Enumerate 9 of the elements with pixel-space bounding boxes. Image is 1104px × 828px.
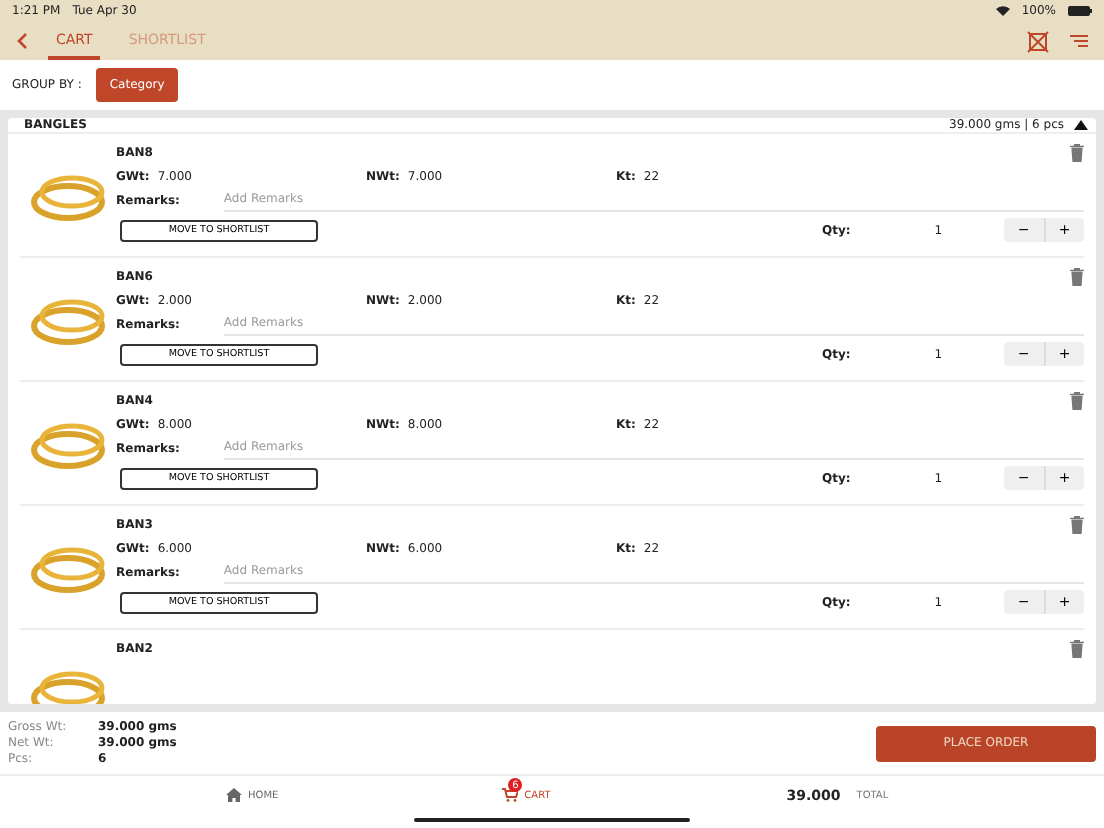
trash-icon[interactable] bbox=[1070, 515, 1084, 533]
battery-icon bbox=[1068, 6, 1092, 16]
trash-icon[interactable] bbox=[1070, 267, 1084, 285]
trash-icon[interactable] bbox=[1070, 143, 1084, 161]
home-icon bbox=[226, 788, 242, 802]
cart-icon bbox=[502, 788, 519, 802]
wifi-icon bbox=[995, 6, 1010, 16]
trash-icon[interactable] bbox=[1070, 639, 1084, 657]
trash-icon[interactable] bbox=[1070, 391, 1084, 409]
